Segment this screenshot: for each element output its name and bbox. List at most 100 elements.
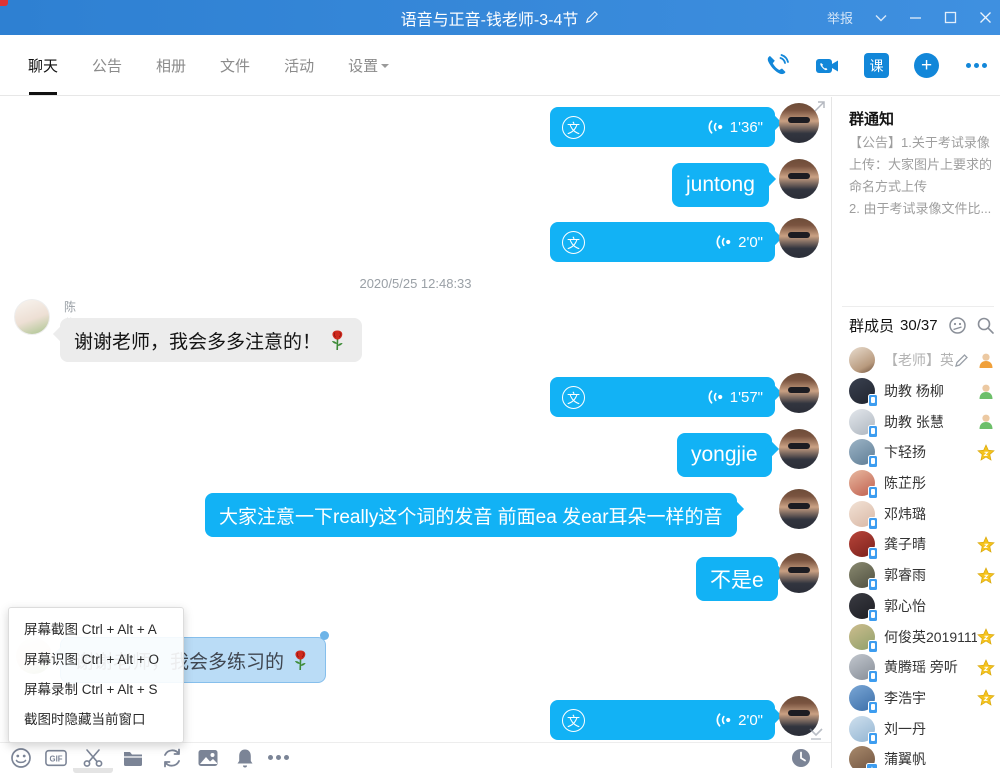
avatar[interactable] bbox=[779, 159, 819, 199]
member-name: 李浩宇 bbox=[884, 688, 977, 708]
chevron-down-icon[interactable] bbox=[875, 14, 887, 22]
member-row[interactable]: 郭睿雨 bbox=[832, 560, 1000, 591]
member-row[interactable]: 邓炜璐 bbox=[832, 498, 1000, 529]
emoji-icon[interactable] bbox=[10, 747, 32, 769]
swap-arrows-icon[interactable] bbox=[161, 747, 183, 769]
members-count: 30/37 bbox=[900, 317, 938, 334]
member-row[interactable]: 助教 杨柳 bbox=[832, 376, 1000, 407]
divider bbox=[842, 306, 994, 307]
member-row[interactable]: 助教 张慧 bbox=[832, 406, 1000, 437]
member-row[interactable]: 龚子晴 bbox=[832, 529, 1000, 560]
video-call-button[interactable] bbox=[813, 52, 840, 79]
group-sidebar: 群通知 【公告】1.关于考试录像上传：大家图片上要求的命名方式上传 2. 由于考… bbox=[831, 97, 1000, 768]
menu-item-screen-capture[interactable]: 屏幕截图 Ctrl + Alt + A bbox=[9, 615, 183, 645]
avatar bbox=[849, 593, 875, 619]
close-button[interactable] bbox=[979, 11, 992, 24]
avatar[interactable] bbox=[779, 373, 819, 413]
more-button[interactable] bbox=[963, 52, 990, 79]
avatar[interactable] bbox=[779, 218, 819, 258]
voice-to-text-icon[interactable]: 文 bbox=[562, 231, 585, 254]
edit-card-icon[interactable] bbox=[953, 352, 970, 369]
gif-icon[interactable]: GIF bbox=[45, 747, 67, 769]
member-row[interactable]: 陈芷彤 bbox=[832, 468, 1000, 499]
member-row[interactable]: ★ 蒲翼帆 bbox=[832, 744, 1000, 768]
avatar[interactable] bbox=[779, 553, 819, 593]
message-voice[interactable]: 文 2'0" bbox=[0, 97, 40, 137]
tab-settings[interactable]: 设置 bbox=[348, 55, 389, 76]
notice-item: 2. 由于考试录像文件比... bbox=[849, 198, 995, 220]
file-folder-icon[interactable] bbox=[122, 747, 144, 769]
menu-item-screen-record[interactable]: 屏幕录制 Ctrl + Alt + S bbox=[9, 675, 183, 705]
tab-activity[interactable]: 活动 bbox=[284, 55, 314, 76]
member-name: 刘一丹 bbox=[884, 719, 995, 739]
avatar: ★ bbox=[849, 746, 875, 768]
bell-icon[interactable] bbox=[234, 747, 256, 769]
more-dots-icon bbox=[268, 755, 290, 760]
member-row[interactable]: 【老师】英 bbox=[832, 345, 1000, 376]
speaker-icon bbox=[713, 712, 732, 728]
more-tools-button[interactable] bbox=[268, 755, 290, 777]
timestamp: 2020/5/25 12:48:33 bbox=[0, 276, 831, 291]
speaker-icon bbox=[713, 234, 732, 250]
message-history-icon[interactable] bbox=[790, 747, 812, 769]
star-icon bbox=[977, 628, 995, 645]
member-row[interactable]: 卞轻扬 bbox=[832, 437, 1000, 468]
avatar[interactable] bbox=[779, 103, 819, 143]
add-button[interactable]: + bbox=[913, 52, 940, 79]
edit-title-icon[interactable] bbox=[584, 10, 599, 25]
notice-item: 【公告】1.关于考试录像上传：大家图片上要求的命名方式上传 bbox=[849, 132, 995, 198]
tab-album[interactable]: 相册 bbox=[156, 55, 186, 76]
member-row[interactable]: 李浩宇 bbox=[832, 683, 1000, 714]
avatar[interactable] bbox=[779, 489, 819, 529]
member-row[interactable]: 黄腾瑶 旁听 bbox=[832, 652, 1000, 683]
teacher-status-icon bbox=[977, 352, 995, 369]
avatar bbox=[849, 378, 875, 404]
screenshot-button[interactable] bbox=[82, 747, 104, 769]
member-list[interactable]: 【老师】英 助教 杨柳 助教 张慧 卞轻扬 陈芷彤 bbox=[832, 345, 1000, 768]
mobile-badge-icon bbox=[868, 578, 878, 591]
speaker-icon bbox=[705, 389, 724, 405]
star-icon bbox=[977, 536, 995, 553]
avatar[interactable] bbox=[14, 299, 50, 335]
scroll-to-bottom-icon[interactable] bbox=[807, 726, 825, 742]
tab-announcement[interactable]: 公告 bbox=[92, 55, 122, 76]
selection-handle[interactable] bbox=[320, 631, 329, 640]
member-name: 蒲翼帆 bbox=[884, 749, 995, 768]
voice-call-button[interactable] bbox=[763, 52, 790, 79]
avatar bbox=[849, 624, 875, 650]
star-icon bbox=[977, 659, 995, 676]
report-button[interactable]: 举报 bbox=[827, 8, 853, 27]
member-row[interactable]: 刘一丹 bbox=[832, 713, 1000, 744]
class-button[interactable]: 课 bbox=[863, 52, 890, 79]
member-row[interactable]: 何俊英20191110 bbox=[832, 621, 1000, 652]
member-name: 陈芷彤 bbox=[884, 473, 995, 493]
member-row[interactable]: 郭心怡 bbox=[832, 591, 1000, 622]
minimize-button[interactable] bbox=[909, 11, 922, 24]
menu-item-hide-window[interactable]: 截图时隐藏当前窗口 bbox=[9, 705, 183, 735]
scissors-icon bbox=[82, 747, 104, 769]
mobile-badge-icon bbox=[868, 425, 878, 438]
image-icon[interactable] bbox=[197, 747, 219, 769]
mobile-badge-icon bbox=[868, 517, 878, 530]
message-list[interactable]: 文 1'36" juntong 文 2'0" 2020/5/25 12:48:3… bbox=[0, 97, 831, 768]
maximize-button[interactable] bbox=[944, 11, 957, 24]
voice-to-text-icon[interactable]: 文 bbox=[562, 386, 585, 409]
avatar bbox=[849, 439, 875, 465]
tab-files[interactable]: 文件 bbox=[220, 55, 250, 76]
voice-to-text-icon[interactable]: 文 bbox=[562, 116, 585, 139]
screenshot-context-menu: 屏幕截图 Ctrl + Alt + A 屏幕识图 Ctrl + Alt + O … bbox=[8, 607, 184, 743]
search-icon[interactable] bbox=[976, 316, 995, 335]
more-dots-icon bbox=[966, 63, 987, 68]
voice-duration: 2'0" bbox=[738, 234, 763, 251]
svg-text:GIF: GIF bbox=[50, 755, 63, 764]
speaker-icon bbox=[705, 119, 724, 135]
menu-item-screen-ocr[interactable]: 屏幕识图 Ctrl + Alt + O bbox=[9, 645, 183, 675]
chevron-down-icon bbox=[381, 64, 389, 72]
mute-all-icon[interactable] bbox=[948, 316, 967, 335]
member-name: 郭心怡 bbox=[884, 596, 995, 616]
member-name: 邓炜璐 bbox=[884, 504, 995, 524]
tab-chat[interactable]: 聊天 bbox=[28, 55, 58, 76]
group-notice-body[interactable]: 【公告】1.关于考试录像上传：大家图片上要求的命名方式上传 2. 由于考试录像文… bbox=[849, 132, 995, 220]
avatar[interactable] bbox=[779, 429, 819, 469]
voice-to-text-icon[interactable]: 文 bbox=[562, 709, 585, 732]
